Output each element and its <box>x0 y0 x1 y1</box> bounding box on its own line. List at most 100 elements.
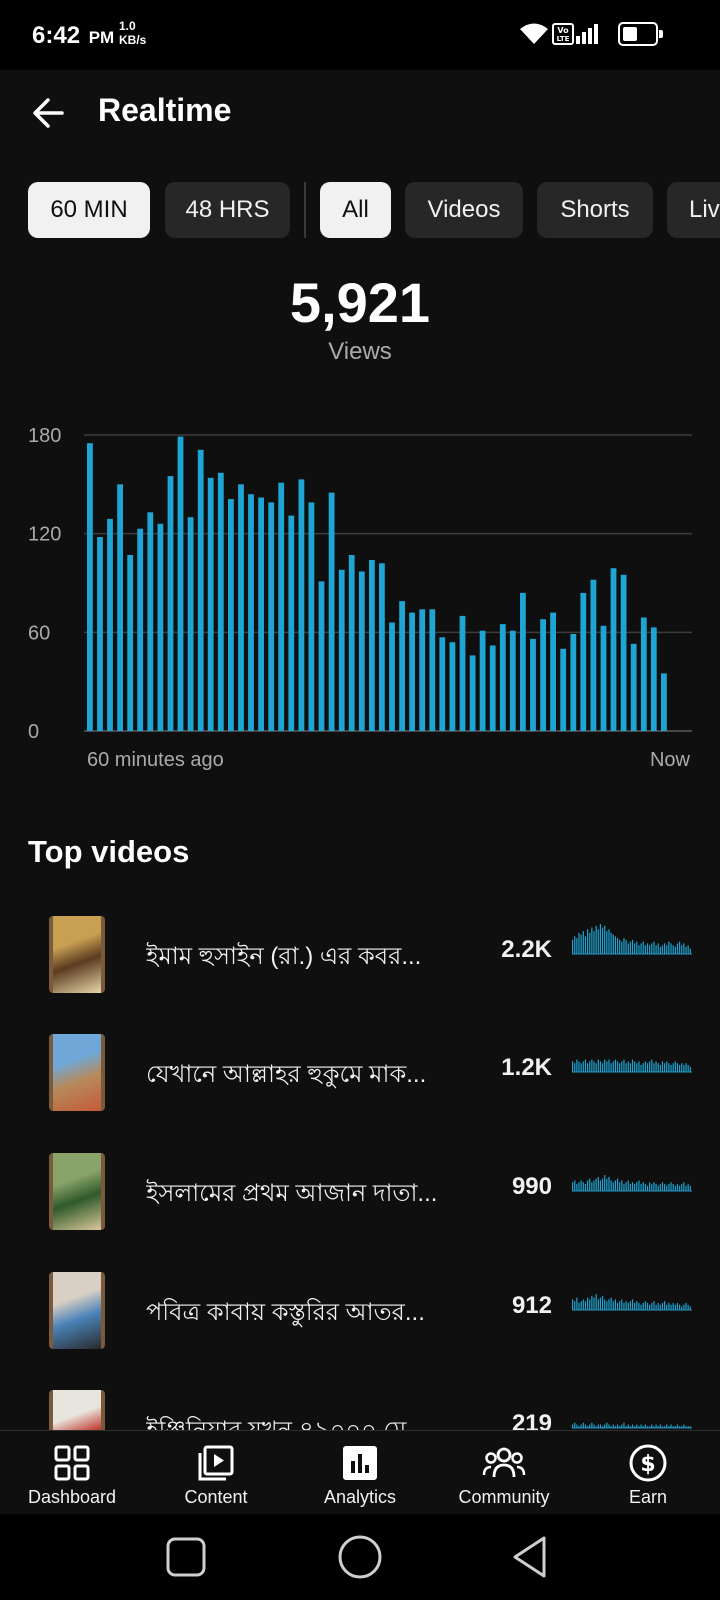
video-row[interactable]: পবিত্র কাবায় কস্তুরির আতর... 912 <box>0 1264 720 1382</box>
sparkline-bar <box>584 1059 587 1072</box>
sparkline-bar <box>576 1297 578 1310</box>
chart-bar[interactable] <box>479 630 486 731</box>
chip-shorts[interactable]: Shorts <box>537 182 653 238</box>
chart-bar[interactable] <box>348 555 355 731</box>
sparkline-bar <box>668 1183 670 1191</box>
chart-bar[interactable] <box>157 523 164 731</box>
chart-bar[interactable] <box>187 517 194 731</box>
chart-bar[interactable] <box>97 537 103 731</box>
sparkline-bar <box>676 1424 679 1428</box>
chart-bar[interactable] <box>459 615 466 731</box>
chart-bar[interactable] <box>217 472 224 731</box>
sparkline-bar <box>659 1183 661 1191</box>
chart-bar[interactable] <box>419 609 426 731</box>
back-arrow-icon[interactable] <box>26 90 72 136</box>
chart-bar[interactable] <box>540 619 546 731</box>
chart-bar[interactable] <box>449 642 456 731</box>
chip-live[interactable]: Liv <box>667 182 720 238</box>
home-icon[interactable] <box>337 1534 383 1580</box>
chart-bar[interactable] <box>288 515 295 731</box>
chart-bar[interactable] <box>650 627 657 731</box>
video-row[interactable]: যেখানে আল্লাহর হুকুমে মাক... 1.2K <box>0 1026 720 1144</box>
chart-bar[interactable] <box>661 673 667 731</box>
chart-bar[interactable] <box>630 643 637 731</box>
sparkline-bar <box>638 1426 640 1428</box>
chart-bar[interactable] <box>399 601 405 731</box>
chart-bar[interactable] <box>429 609 436 731</box>
chart-bar[interactable] <box>509 630 516 731</box>
chart-bar[interactable] <box>298 479 305 731</box>
chart-bar[interactable] <box>499 624 506 731</box>
chart-bar[interactable] <box>167 476 174 731</box>
nav-content[interactable]: Content <box>144 1431 288 1515</box>
back-icon[interactable] <box>509 1534 555 1580</box>
nav-dashboard[interactable]: Dashboard <box>0 1431 144 1515</box>
chart-bar[interactable] <box>228 499 234 731</box>
chart-bar[interactable] <box>409 612 415 731</box>
chart-bar[interactable] <box>369 560 375 731</box>
chart-bar[interactable] <box>550 612 556 731</box>
chart-bar[interactable] <box>338 569 345 731</box>
sparkline-bar <box>614 1426 616 1428</box>
chart-bar[interactable] <box>469 655 476 731</box>
sparkline-bar <box>599 1061 602 1072</box>
sparkline-bar <box>651 1424 653 1428</box>
chart-bar[interactable] <box>389 622 395 732</box>
video-row[interactable]: ইসলামের প্রথম আজান দাতা... 990 <box>0 1145 720 1263</box>
chart-bar[interactable] <box>308 502 315 731</box>
volte-icon: Vo LTE <box>552 23 574 45</box>
nav-community[interactable]: Community <box>432 1431 576 1515</box>
chart-bar[interactable] <box>439 637 446 731</box>
chart-bar[interactable] <box>117 484 123 731</box>
chart-bar[interactable] <box>580 592 587 731</box>
chart-bar[interactable] <box>489 645 496 732</box>
chart-bar[interactable] <box>107 518 113 731</box>
video-row[interactable]: ইমাম হুসাইন (রা.) এর কবর... 2.2K <box>0 908 720 1026</box>
chart-bar[interactable] <box>620 574 627 731</box>
chart-bar[interactable] <box>530 638 536 731</box>
chart-bar[interactable] <box>600 625 607 731</box>
chart-bar[interactable] <box>147 512 154 731</box>
sparkline-bar <box>608 1299 610 1310</box>
video-views: 2.2K <box>501 936 552 963</box>
nav-analytics[interactable]: Analytics <box>288 1431 432 1515</box>
chart-bar[interactable] <box>520 592 526 731</box>
sparkline-bar <box>640 943 642 954</box>
chart-bar[interactable] <box>137 528 144 731</box>
nav-earn[interactable]: $ Earn <box>576 1431 720 1515</box>
sparkline-bar <box>657 1063 659 1072</box>
sparkline-bar <box>655 945 657 954</box>
chart-bar[interactable] <box>207 477 214 731</box>
chart-bar[interactable] <box>177 436 184 731</box>
chart-bar[interactable] <box>640 617 647 732</box>
chart-bar[interactable] <box>358 571 365 732</box>
sparkline-bar <box>672 1183 674 1191</box>
chart-bar[interactable] <box>197 449 204 731</box>
chart-bar[interactable] <box>258 497 264 732</box>
sparkline-bar <box>584 1301 587 1310</box>
chart-bar[interactable] <box>560 648 567 731</box>
chart-bar[interactable] <box>570 634 577 731</box>
chip-60-min[interactable]: 60 MIN <box>28 182 150 238</box>
chart-bar[interactable] <box>318 581 325 731</box>
recents-icon[interactable] <box>163 1534 209 1580</box>
chart-bar[interactable] <box>238 484 244 731</box>
chip-all[interactable]: All <box>320 182 391 238</box>
chart-bar[interactable] <box>278 482 285 731</box>
sparkline-bar <box>580 1424 582 1428</box>
chart-bar[interactable] <box>328 492 335 731</box>
chart-bar[interactable] <box>610 568 617 731</box>
chart-bar[interactable] <box>127 555 134 731</box>
sparkline-bar <box>655 1424 657 1428</box>
chip-videos[interactable]: Videos <box>405 182 523 238</box>
sparkline-bar <box>649 1061 651 1072</box>
chip-48-hrs[interactable]: 48 HRS <box>165 182 290 238</box>
status-clock: 6:42 <box>32 22 81 49</box>
video-row[interactable]: ইঞ্জিনিয়ার যখন ৪৯০০০ মে... 219 <box>0 1382 720 1430</box>
chart-bar[interactable] <box>87 443 93 731</box>
chart-bar[interactable] <box>590 579 597 731</box>
chart-bar[interactable] <box>268 502 275 731</box>
video-sparkline <box>572 1294 692 1311</box>
chart-bar[interactable] <box>248 494 254 731</box>
chart-bar[interactable] <box>379 563 385 731</box>
